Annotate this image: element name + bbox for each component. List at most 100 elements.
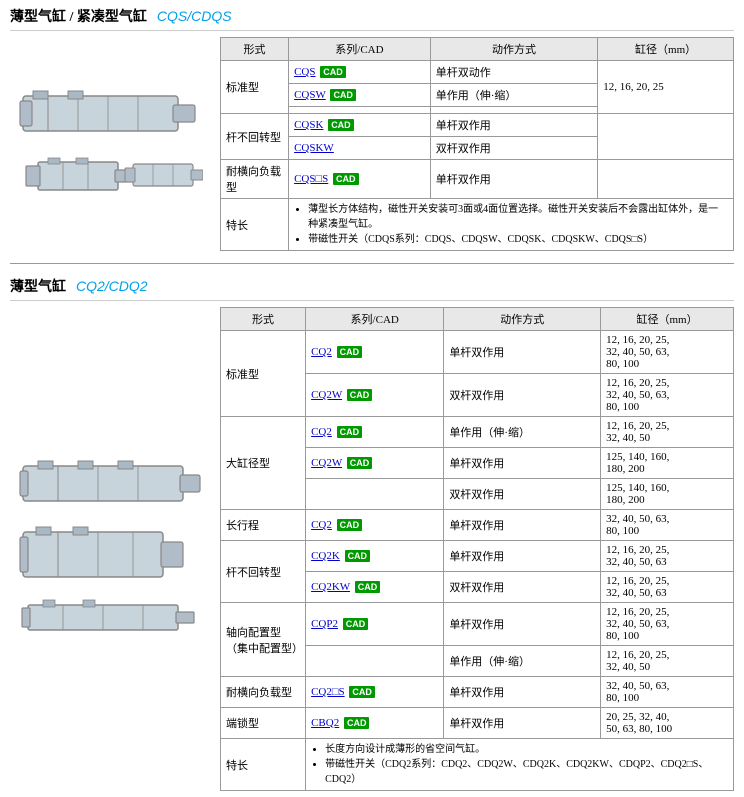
action-cell: 单杆双作用 bbox=[444, 541, 601, 572]
series-link-cq2s[interactable]: CQ2□S bbox=[311, 686, 345, 698]
table-row: 耐横向负载型 CQ2□S CAD 单杆双作用 32, 40, 50, 63,80… bbox=[221, 677, 734, 708]
action-cell bbox=[430, 107, 598, 114]
col-header-bore: 缸径（mm） bbox=[601, 308, 734, 331]
action-cell: 双杆双作用 bbox=[444, 479, 601, 510]
cad-badge[interactable]: CAD bbox=[328, 119, 354, 131]
type-cell: 杆不回转型 bbox=[221, 114, 289, 160]
series-cell: CBQ2 CAD bbox=[306, 708, 444, 739]
series-link-cqsk[interactable]: CQSK bbox=[294, 119, 323, 131]
section2-images bbox=[10, 307, 210, 791]
type-cell: 标准型 bbox=[221, 61, 289, 114]
action-cell: 双杆双作用 bbox=[444, 374, 601, 417]
bore-cell: 32, 40, 50, 63,80, 100 bbox=[601, 510, 734, 541]
series-link-cq2-2[interactable]: CQ2 bbox=[311, 426, 332, 438]
cad-badge[interactable]: CAD bbox=[344, 717, 370, 729]
series-link-cqp2[interactable]: CQP2 bbox=[311, 618, 338, 630]
series-cell: CQP2 CAD bbox=[306, 603, 444, 646]
section2-title-cn: 薄型气缸 bbox=[10, 276, 66, 296]
col-header-action: 动作方式 bbox=[444, 308, 601, 331]
series-cell: CQ2 CAD bbox=[306, 510, 444, 541]
series-link-cbq2[interactable]: CBQ2 bbox=[311, 717, 339, 729]
type-cell: 标准型 bbox=[221, 331, 306, 417]
series-link-cqs[interactable]: CQS bbox=[294, 66, 315, 78]
section2-title-en: CQ2/CDQ2 bbox=[76, 278, 148, 294]
type-cell: 端锁型 bbox=[221, 708, 306, 739]
type-cell: 耐横向负载型 bbox=[221, 160, 289, 199]
series-link-cqss[interactable]: CQS□S bbox=[294, 173, 328, 185]
series-cell: CQ2W CAD bbox=[306, 448, 444, 479]
section1-title-en: CQS/CDQS bbox=[157, 8, 232, 24]
section1-title-cn: 薄型气缸 / 紧凑型气缸 bbox=[10, 6, 147, 26]
cad-badge[interactable]: CAD bbox=[330, 89, 356, 101]
cad-badge[interactable]: CAD bbox=[345, 550, 371, 562]
section-cq2: 薄型气缸 CQ2/CDQ2 bbox=[0, 270, 744, 797]
section2-table: 形式 系列/CAD 动作方式 缸径（mm） 标准型 CQ2 CAD 单 bbox=[220, 307, 734, 791]
series-cell: CQ2 CAD bbox=[306, 331, 444, 374]
cad-badge[interactable]: CAD bbox=[337, 346, 363, 358]
series-cell: CQ2KW CAD bbox=[306, 572, 444, 603]
table-row: 轴向配置型（集中配置型） CQP2 CAD 单杆双作用 12, 16, 20, … bbox=[221, 603, 734, 646]
series-cell: CQ2□S CAD bbox=[306, 677, 444, 708]
action-cell: 单杆双作用 bbox=[444, 331, 601, 374]
cad-badge[interactable]: CAD bbox=[355, 581, 381, 593]
col-header-type: 形式 bbox=[221, 308, 306, 331]
action-cell: 单作用（伸·缩） bbox=[430, 84, 598, 107]
series-link-cq2-ls[interactable]: CQ2 bbox=[311, 519, 332, 531]
cad-badge[interactable]: CAD bbox=[337, 519, 363, 531]
series-link-cq2kw[interactable]: CQ2KW bbox=[311, 581, 350, 593]
col-header-series: 系列/CAD bbox=[306, 308, 444, 331]
action-cell: 单杆双作用 bbox=[444, 448, 601, 479]
type-cell: 特长 bbox=[221, 739, 306, 791]
table-row: 大缸径型 CQ2 CAD 单作用（伸·缩） 12, 16, 20, 25,32,… bbox=[221, 417, 734, 448]
note-cell: 长度方向设计成薄形的省空间气缸。 带磁性开关（CDQ2系列：CDQ2、CDQ2W… bbox=[306, 739, 734, 791]
series-cell: CQ2W CAD bbox=[306, 374, 444, 417]
col-header-series: 系列/CAD bbox=[289, 38, 431, 61]
type-cell: 轴向配置型（集中配置型） bbox=[221, 603, 306, 677]
section1-table: 形式 系列/CAD 动作方式 缸径（mm） 标准型 CQS CAD 单 bbox=[220, 37, 734, 251]
cad-badge[interactable]: CAD bbox=[337, 426, 363, 438]
series-link-cqskw[interactable]: CQSKW bbox=[294, 142, 334, 154]
series-cell: CQ2K CAD bbox=[306, 541, 444, 572]
table-row: 特长 薄型长方体结构，磁性开关安装可3面或4面位置选择。磁性开关安装后不会露出缸… bbox=[221, 199, 734, 251]
cylinder-img-cq2-2 bbox=[18, 522, 203, 587]
section1-images bbox=[10, 37, 210, 251]
series-link-cq2w[interactable]: CQ2W bbox=[311, 389, 342, 401]
table-row: 长行程 CQ2 CAD 单杆双作用 32, 40, 50, 63,80, 100 bbox=[221, 510, 734, 541]
cad-badge[interactable]: CAD bbox=[347, 457, 373, 469]
action-cell: 双杆双作用 bbox=[430, 137, 598, 160]
bore-cell: 12, 16, 20, 25,32, 40, 50, 63 bbox=[601, 541, 734, 572]
action-cell: 单杆双作用 bbox=[444, 677, 601, 708]
cad-badge[interactable]: CAD bbox=[347, 389, 373, 401]
type-cell: 长行程 bbox=[221, 510, 306, 541]
cad-badge[interactable]: CAD bbox=[343, 618, 369, 630]
action-cell: 单杆双作用 bbox=[444, 510, 601, 541]
cad-badge[interactable]: CAD bbox=[333, 173, 359, 185]
bore-cell: 125, 140, 160,180, 200 bbox=[601, 448, 734, 479]
series-link-cq2k[interactable]: CQ2K bbox=[311, 550, 340, 562]
table-row: 特长 长度方向设计成薄形的省空间气缸。 带磁性开关（CDQ2系列：CDQ2、CD… bbox=[221, 739, 734, 791]
note-cell: 薄型长方体结构，磁性开关安装可3面或4面位置选择。磁性开关安装后不会露出缸体外，… bbox=[289, 199, 734, 251]
cylinder-img-cq2-1 bbox=[18, 451, 203, 516]
cad-badge[interactable]: CAD bbox=[349, 686, 375, 698]
series-cell bbox=[306, 646, 444, 677]
action-cell: 单杆双作用 bbox=[444, 603, 601, 646]
section-divider bbox=[10, 263, 734, 264]
table-row: 端锁型 CBQ2 CAD 单杆双作用 20, 25, 32, 40,50, 63… bbox=[221, 708, 734, 739]
series-link-cqsw[interactable]: CQSW bbox=[294, 89, 326, 101]
bore-cell: 12, 16, 20, 25,32, 40, 50 bbox=[601, 417, 734, 448]
type-cell: 耐横向负载型 bbox=[221, 677, 306, 708]
cad-badge[interactable]: CAD bbox=[320, 66, 346, 78]
section-cqs: 薄型气缸 / 紧凑型气缸 CQS/CDQS bbox=[0, 0, 744, 257]
series-link-cq2[interactable]: CQ2 bbox=[311, 346, 332, 358]
series-link-cq2w-2[interactable]: CQ2W bbox=[311, 457, 342, 469]
bore-cell: 12, 16, 20, 25,32, 40, 50, 63 bbox=[601, 572, 734, 603]
bore-cell: 20, 25, 32, 40,50, 63, 80, 100 bbox=[601, 708, 734, 739]
bore-cell: 12, 16, 20, 25,32, 40, 50, 63,80, 100 bbox=[601, 603, 734, 646]
table-row: 杆不回转型 CQSK CAD 单杆双作用 bbox=[221, 114, 734, 137]
series-cell: CQSKW bbox=[289, 137, 431, 160]
cylinder-img-2 bbox=[18, 152, 203, 207]
action-cell: 单作用（伸·缩） bbox=[444, 646, 601, 677]
series-cell: CQSW CAD bbox=[289, 84, 431, 107]
series-cell: CQS CAD bbox=[289, 61, 431, 84]
series-cell: CQ2 CAD bbox=[306, 417, 444, 448]
